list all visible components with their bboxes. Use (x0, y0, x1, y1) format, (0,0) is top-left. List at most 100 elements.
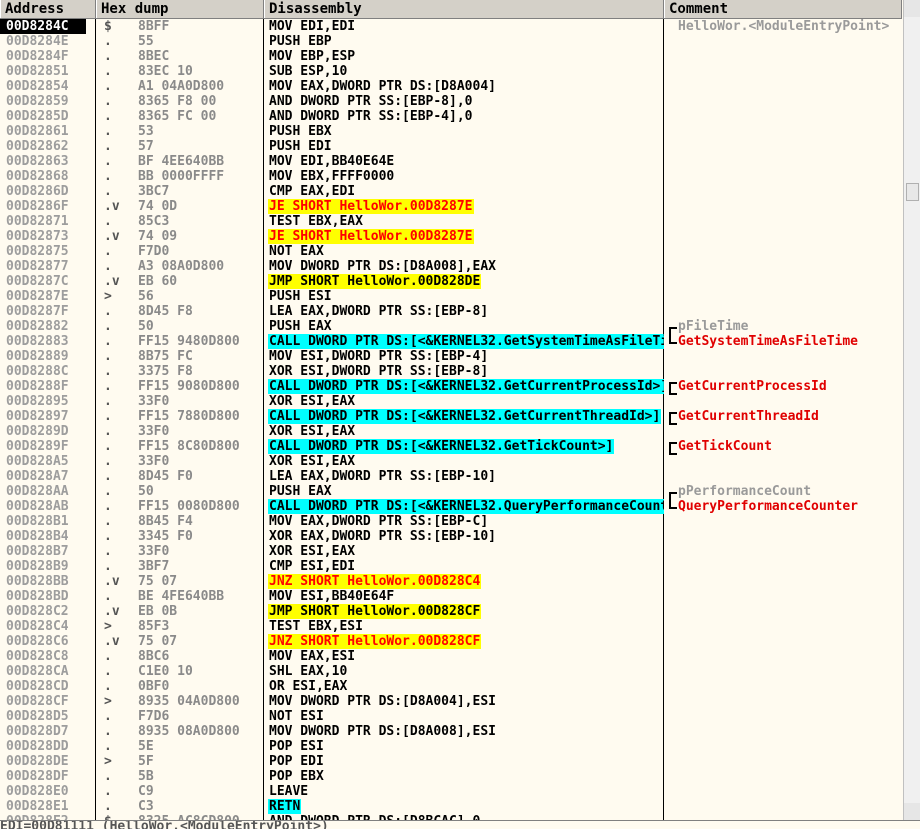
hex-cell: 8D45 F0 (138, 469, 193, 484)
comment-cell: GetCurrentThreadId (678, 409, 819, 424)
table-row[interactable]: 00D828B1. 8B45 F4 MOV EAX,DWORD PTR SS:[EB… (0, 514, 902, 529)
table-row[interactable]: 00D828E1. C3 RETN (0, 799, 902, 814)
address-cell: 00D828A5 (6, 454, 69, 469)
scrollbar-thumb[interactable] (906, 183, 919, 201)
table-row[interactable]: 00D82851. 83EC 10 SUB ESP,10 (0, 64, 902, 79)
address-cell: 00D828C2 (6, 604, 69, 619)
address-cell: 00D828E0 (6, 784, 69, 799)
jump-marker: . (104, 319, 112, 334)
jump-marker: .v (104, 604, 120, 619)
table-row[interactable]: 00D82877. A3 08A0D800 MOV DWORD PTR DS:[D8… (0, 259, 902, 274)
disassembly-column-header[interactable]: Disassembly (264, 0, 664, 18)
table-row[interactable]: 00D8285D. 8365 FC 00 AND DWORD PTR SS:[EBP… (0, 109, 902, 124)
table-row[interactable]: 00D82897. FF15 7880D800 CALL DWORD PTR DS:… (0, 409, 902, 425)
table-row[interactable]: 00D82861. 53 PUSH EBX (0, 124, 902, 139)
jump-marker: . (104, 214, 112, 229)
hex-cell: 3BC7 (138, 184, 170, 199)
table-row[interactable]: 00D828CA. C1E0 10 SHL EAX,10 (0, 664, 902, 679)
table-row[interactable]: 00D828DE >5F POP EDI (0, 754, 902, 769)
table-row[interactable]: 00D8284C $8BFF MOV EDI,EDI HelloWor.<Module… (0, 19, 902, 34)
jump-marker: .v (104, 574, 120, 589)
hex-cell: BB 0000FFFF (138, 169, 225, 184)
table-row[interactable]: 00D8284E. 55 PUSH EBP (0, 34, 902, 49)
disassembly-cell: XOR ESI,DWORD PTR SS:[EBP-8] (269, 364, 489, 379)
hex-cell: 55 (138, 34, 154, 49)
scroll-down-arrow-icon[interactable] (904, 803, 920, 820)
address-cell: 00D82877 (6, 259, 69, 274)
disassembly-cell: PUSH ESI (269, 289, 332, 304)
jump-marker: . (104, 589, 112, 604)
table-row[interactable]: 00D828B9. 3BF7 CMP ESI,EDI (0, 559, 902, 574)
address-cell: 00D828CF (6, 694, 69, 709)
table-row[interactable]: 00D82889. 8B75 FC MOV ESI,DWORD PTR SS:[EB… (0, 349, 902, 364)
disassembly-cell: MOV EBP,ESP (269, 49, 356, 64)
hex-cell: 74 09 (138, 229, 178, 244)
jump-marker: . (104, 544, 112, 559)
table-row[interactable]: 00D828C4 >85F3 TEST EBX,ESI (0, 619, 902, 634)
jump-marker: .v (104, 229, 120, 244)
table-row[interactable]: 00D8284F. 8BEC MOV EBP,ESP (0, 49, 902, 64)
address-cell: 00D82875 (6, 244, 69, 259)
table-row[interactable]: 00D8288C. 3375 F8 XOR ESI,DWORD PTR SS:[EB… (0, 364, 902, 379)
table-row[interactable]: 00D8287E >56 PUSH ESI (0, 289, 902, 304)
vertical-scrollbar[interactable] (903, 0, 920, 820)
table-row[interactable]: 00D828CF >8935 04A0D800 MOV DWORD PTR DS:[… (0, 694, 902, 709)
table-row[interactable]: 00D828E0. C9 LEAVE (0, 784, 902, 799)
table-row[interactable]: 00D82883. FF15 9480D800 CALL DWORD PTR DS:… (0, 334, 902, 349)
table-row[interactable]: 00D8286F .v 74 0D JE SHORT HelloWor.00D8287… (0, 199, 902, 214)
table-row[interactable]: 00D828C2 .v EB 0B JMP SHORT HelloWor.00D828… (0, 604, 902, 619)
hex-dump-column-header[interactable]: Hex dump (96, 0, 264, 18)
table-row[interactable]: 00D8289F. FF15 8C80D800 CALL DWORD PTR DS:… (0, 439, 902, 455)
scroll-up-arrow-icon[interactable] (904, 0, 920, 17)
table-row[interactable]: 00D828AB. FF15 0080D800 CALL DWORD PTR DS:… (0, 499, 902, 514)
jump-marker: . (104, 244, 112, 259)
table-row[interactable]: 00D8289D. 33F0 XOR ESI,EAX (0, 424, 902, 439)
table-row[interactable]: 00D82868. BB 0000FFFF MOV EBX,FFFF0000 (0, 169, 902, 184)
table-row[interactable]: 00D828BB .v 75 07 JNZ SHORT HelloWor.00D828… (0, 574, 902, 589)
table-row[interactable]: 00D828B7. 33F0 XOR ESI,EAX (0, 544, 902, 559)
table-row[interactable]: 00D828C6 .v 75 07 JNZ SHORT HelloWor.00D828… (0, 634, 902, 649)
table-row[interactable]: 00D82882. 50 PUSH EAX pFileTime (0, 319, 902, 336)
table-row[interactable]: 00D8287F. 8D45 F8 LEA EAX,DWORD PTR SS:[EB… (0, 304, 902, 319)
table-row[interactable]: 00D828C8. 8BC6 MOV EAX,ESI (0, 649, 902, 664)
table-row[interactable]: 00D828DF. 5B POP EBX (0, 769, 902, 784)
hex-cell: FF15 9080D800 (138, 379, 240, 394)
table-row[interactable]: 00D82859. 8365 F8 00 AND DWORD PTR SS:[EBP… (0, 94, 902, 109)
table-row[interactable]: 00D82875. F7D0 NOT EAX (0, 244, 902, 259)
table-row[interactable]: 00D828BD. BE 4FE640BB MOV ESI,BB40E64F (0, 589, 902, 604)
disassembly-cell: MOV EDI,BB40E64E (269, 154, 395, 169)
table-row[interactable]: 00D8286D. 3BC7 CMP EAX,EDI (0, 184, 902, 199)
table-row[interactable]: 00D828A5. 33F0 XOR ESI,EAX (0, 454, 902, 469)
table-row[interactable]: 00D828CD. 0BF0 OR ESI,EAX (0, 679, 902, 694)
hex-cell: 5F (138, 754, 154, 769)
disassembly-listing[interactable]: 00D8284C $8BFF MOV EDI,EDI HelloWor.<Module… (0, 19, 902, 820)
table-row[interactable]: 00D82854. A1 04A0D800 MOV EAX,DWORD PTR DS… (0, 79, 902, 94)
address-cell: 00D8284E (6, 34, 69, 49)
table-row[interactable]: 00D828D5. F7D6 NOT ESI (0, 709, 902, 724)
table-row[interactable]: 00D828B4. 3345 F0 XOR EAX,DWORD PTR SS:[EB… (0, 529, 902, 544)
address-cell: 00D828DE (6, 754, 69, 769)
table-row[interactable]: 00D82862. 57 PUSH EDI (0, 139, 902, 154)
comment-column-header[interactable]: Comment (664, 0, 902, 18)
hex-cell: 3375 F8 (138, 364, 193, 379)
table-row[interactable]: 00D828D7. 8935 08A0D800 MOV DWORD PTR DS:[… (0, 724, 902, 739)
table-row[interactable]: 00D82873 .v 74 09 JE SHORT HelloWor.00D8287… (0, 229, 902, 244)
table-row[interactable]: 00D8288F. FF15 9080D800 CALL DWORD PTR DS:… (0, 379, 902, 395)
disassembly-cell: MOV DWORD PTR DS:[D8A008],EAX (269, 259, 496, 274)
disassembly-cell: RETN (268, 799, 302, 814)
table-row[interactable]: 00D828DD. 5E POP ESI (0, 739, 902, 754)
address-cell: 00D82861 (6, 124, 69, 139)
table-row[interactable]: 00D8287C .v EB 60 JMP SHORT HelloWor.00D828… (0, 274, 902, 289)
table-row[interactable]: 00D82863. BF 4EE640BB MOV EDI,BB40E64E (0, 154, 902, 169)
address-cell: 00D828AA (6, 484, 69, 499)
hex-cell: FF15 0080D800 (138, 499, 240, 514)
disassembly-cell: LEA EAX,DWORD PTR SS:[EBP-10] (269, 469, 496, 484)
table-row[interactable]: 00D82895. 33F0 XOR ESI,EAX (0, 394, 902, 409)
table-row[interactable]: 00D82871. 85C3 TEST EBX,EAX (0, 214, 902, 229)
comment-cell: GetSystemTimeAsFileTime (678, 334, 859, 349)
address-column-header[interactable]: Address (0, 0, 96, 18)
hex-cell: EB 60 (138, 274, 178, 289)
table-row[interactable]: 00D828AA. 50 PUSH EAX pPerformanceCount (0, 484, 902, 501)
jump-marker: . (104, 109, 112, 124)
table-row[interactable]: 00D828A7. 8D45 F0 LEA EAX,DWORD PTR SS:[EB… (0, 469, 902, 484)
